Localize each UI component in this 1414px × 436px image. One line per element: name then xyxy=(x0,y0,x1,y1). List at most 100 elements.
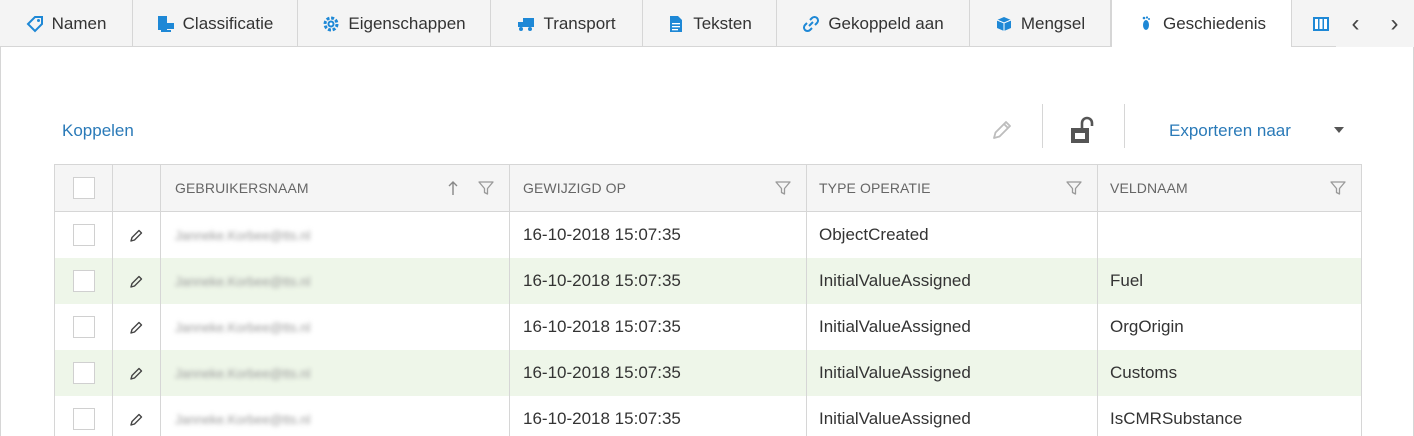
column-header-label: GEBRUIKERSNAAM xyxy=(175,180,309,196)
tab-transport[interactable]: Transport xyxy=(491,0,643,47)
tab-label: Gekoppeld aan xyxy=(828,13,944,33)
row-edit-cell xyxy=(113,212,161,258)
grid-header-row: GEBRUIKERSNAAM GEWIJZIGD OP TYPE OPERATI… xyxy=(55,165,1361,212)
select-all-checkbox[interactable] xyxy=(72,177,95,199)
cell-gebruikersnaam: Janneke.Korbee@tts.nl xyxy=(161,396,510,436)
row-checkbox[interactable] xyxy=(72,224,95,246)
row-edit-cell xyxy=(113,304,161,350)
tab-geschiedenis[interactable]: Geschiedenis xyxy=(1111,0,1292,48)
truck-icon xyxy=(517,15,535,33)
pencil-icon[interactable] xyxy=(129,274,144,289)
filter-icon[interactable] xyxy=(775,180,791,196)
tab-label: Teksten xyxy=(693,13,752,33)
header-veldnaam[interactable]: VELDNAAM xyxy=(1098,165,1361,211)
cell-gebruikersnaam: Janneke.Korbee@tts.nl xyxy=(161,350,510,396)
gear-icon xyxy=(322,15,340,33)
chevron-right-icon[interactable]: › xyxy=(1380,11,1410,36)
column-header-label: TYPE OPERATIE xyxy=(819,180,931,196)
toolbar-divider xyxy=(1042,104,1043,148)
row-checkbox[interactable] xyxy=(72,270,95,292)
row-select-cell xyxy=(55,396,113,436)
columns-icon xyxy=(1312,15,1330,33)
type-text: InitialValueAssigned xyxy=(819,317,971,336)
koppelen-link[interactable]: Koppelen xyxy=(62,121,134,141)
tab-namen[interactable]: Namen xyxy=(0,0,133,47)
type-text: InitialValueAssigned xyxy=(819,363,971,382)
type-text: InitialValueAssigned xyxy=(819,271,971,290)
footprint-icon xyxy=(1137,15,1155,33)
cell-gewijzigd-op: 16-10-2018 15:07:35 xyxy=(510,212,807,258)
tab-gekoppeld-aan[interactable]: Gekoppeld aan xyxy=(777,0,970,47)
pencil-icon[interactable] xyxy=(129,320,144,335)
row-edit-cell xyxy=(113,350,161,396)
table-row[interactable]: Janneke.Korbee@tts.nl 16-10-2018 15:07:3… xyxy=(55,350,1361,396)
type-text: ObjectCreated xyxy=(819,225,929,244)
header-edit-cell xyxy=(113,165,161,211)
pencil-icon[interactable] xyxy=(129,412,144,427)
table-row[interactable]: Janneke.Korbee@tts.nl 16-10-2018 15:07:3… xyxy=(55,304,1361,350)
link-icon xyxy=(802,15,820,33)
column-header-label: VELDNAAM xyxy=(1110,180,1188,196)
cell-veldnaam: Customs xyxy=(1098,350,1361,396)
cell-veldnaam: IsCMRSubstance xyxy=(1098,396,1361,436)
column-header-label: GEWIJZIGD OP xyxy=(523,180,627,196)
export-dropdown-label[interactable]: Exporteren naar xyxy=(1169,121,1291,141)
sort-ascending-icon[interactable] xyxy=(447,179,459,197)
unlock-icon[interactable] xyxy=(1068,115,1096,145)
cell-gebruikersnaam: Janneke.Korbee@tts.nl xyxy=(161,212,510,258)
pencil-icon[interactable] xyxy=(989,117,1015,143)
cell-type-operatie: InitialValueAssigned xyxy=(807,396,1098,436)
tag-icon xyxy=(26,15,44,33)
caret-down-icon[interactable] xyxy=(1334,127,1344,133)
tab-eigenschappen[interactable]: Eigenschappen xyxy=(298,0,491,47)
header-select-cell xyxy=(55,165,113,211)
row-checkbox[interactable] xyxy=(72,316,95,338)
row-select-cell xyxy=(55,350,113,396)
filter-icon[interactable] xyxy=(478,180,494,196)
tab-mengsel[interactable]: Mengsel xyxy=(970,0,1111,47)
row-checkbox[interactable] xyxy=(72,408,95,430)
tab-columns[interactable] xyxy=(1292,0,1336,47)
tab-label: Transport xyxy=(543,13,616,33)
chevron-left-icon[interactable]: ‹ xyxy=(1341,11,1371,36)
row-select-cell xyxy=(55,304,113,350)
pencil-icon[interactable] xyxy=(129,366,144,381)
row-checkbox[interactable] xyxy=(72,362,95,384)
cell-veldnaam xyxy=(1098,212,1361,258)
history-grid: GEBRUIKERSNAAM GEWIJZIGD OP TYPE OPERATI… xyxy=(54,164,1362,436)
table-row[interactable]: Janneke.Korbee@tts.nl 16-10-2018 15:07:3… xyxy=(55,396,1361,436)
field-text: Customs xyxy=(1110,363,1178,382)
header-type-operatie[interactable]: TYPE OPERATIE xyxy=(807,165,1098,211)
field-text: OrgOrigin xyxy=(1110,317,1184,336)
row-edit-cell xyxy=(113,396,161,436)
table-row[interactable]: Janneke.Korbee@tts.nl 16-10-2018 15:07:3… xyxy=(55,258,1361,304)
username-text: Janneke.Korbee@tts.nl xyxy=(175,227,311,243)
field-text: Fuel xyxy=(1110,271,1144,290)
cell-gewijzigd-op: 16-10-2018 15:07:35 xyxy=(510,304,807,350)
cell-veldnaam: Fuel xyxy=(1098,258,1361,304)
tab-label: Geschiedenis xyxy=(1162,14,1266,33)
tab-label: Namen xyxy=(51,13,107,33)
username-text: Janneke.Korbee@tts.nl xyxy=(175,273,311,289)
cell-gewijzigd-op: 16-10-2018 15:07:35 xyxy=(510,258,807,304)
header-gebruikersnaam[interactable]: GEBRUIKERSNAAM xyxy=(161,165,510,211)
cell-gewijzigd-op: 16-10-2018 15:07:35 xyxy=(510,350,807,396)
tab-label: Eigenschappen xyxy=(348,13,466,33)
tab-classificatie[interactable]: Classificatie xyxy=(133,0,298,47)
table-row[interactable]: Janneke.Korbee@tts.nl 16-10-2018 15:07:3… xyxy=(55,212,1361,258)
tab-teksten[interactable]: Teksten xyxy=(643,0,777,47)
cubes-icon xyxy=(995,15,1013,33)
filter-icon[interactable] xyxy=(1066,180,1082,196)
cell-gewijzigd-op: 16-10-2018 15:07:35 xyxy=(510,396,807,436)
header-gewijzigd-op[interactable]: GEWIJZIGD OP xyxy=(510,165,807,211)
field-text: IsCMRSubstance xyxy=(1110,409,1243,428)
filter-icon[interactable] xyxy=(1330,180,1346,196)
cell-type-operatie: InitialValueAssigned xyxy=(807,304,1098,350)
tab-label: Classificatie xyxy=(182,13,274,33)
row-edit-cell xyxy=(113,258,161,304)
pencil-icon[interactable] xyxy=(129,228,144,243)
tab-scroll-controls: ‹ › xyxy=(1336,0,1414,47)
row-select-cell xyxy=(55,212,113,258)
toolbar-divider xyxy=(1124,104,1125,148)
date-text: 16-10-2018 15:07:35 xyxy=(523,409,681,428)
